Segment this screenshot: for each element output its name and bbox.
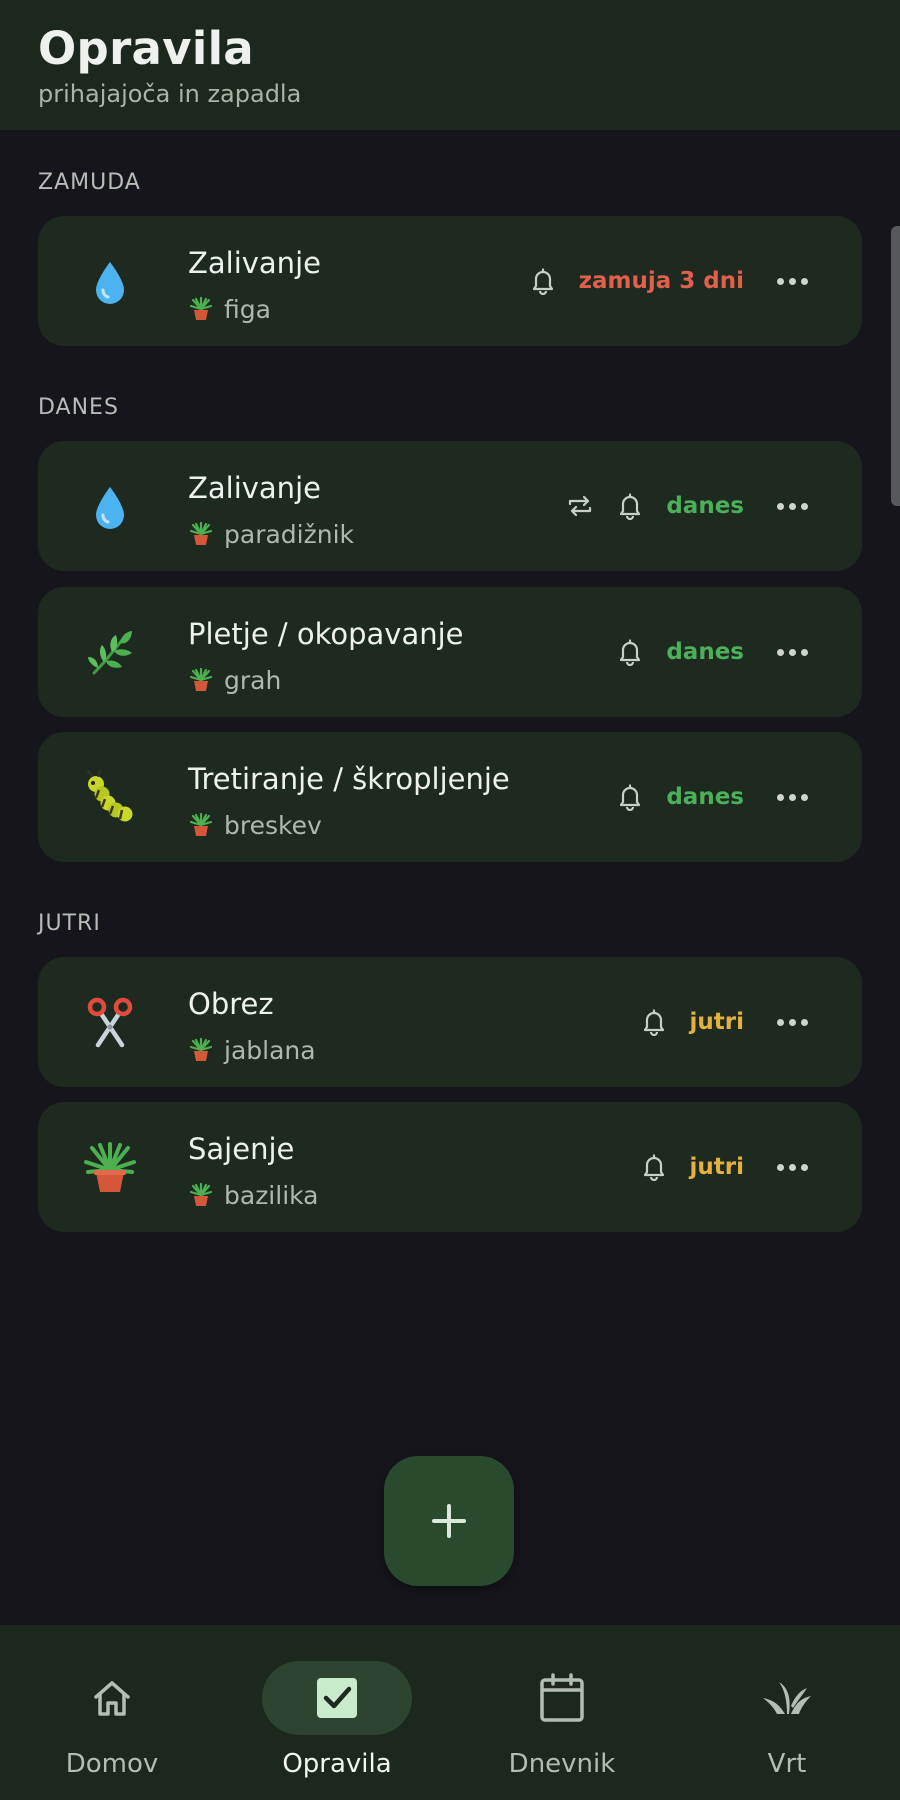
task-title: Zalivanje — [188, 246, 321, 280]
bell-icon[interactable] — [529, 267, 557, 295]
more-options-icon[interactable] — [774, 783, 810, 811]
nav-item-domov[interactable]: Domov — [12, 1625, 212, 1800]
nav-label: Domov — [65, 1749, 159, 1779]
add-task-button[interactable] — [384, 1456, 514, 1586]
nav-label: Dnevnik — [508, 1749, 616, 1779]
potted-plant-icon — [189, 812, 213, 836]
home-icon — [94, 1681, 130, 1716]
potted-plant-icon — [189, 1182, 213, 1206]
task-card[interactable]: Zalivanje paradižnik danes — [38, 441, 862, 571]
plant-name: figa — [224, 294, 271, 324]
section-header-today: DANES — [38, 395, 119, 420]
bell-icon[interactable] — [616, 638, 644, 666]
page-title: Opravila — [38, 22, 254, 75]
potted-plant-icon — [189, 521, 213, 545]
scissors-icon — [87, 997, 133, 1048]
plant-name: breskev — [224, 810, 322, 840]
task-title: Pletje / okopavanje — [188, 617, 464, 651]
nav-label: Opravila — [282, 1749, 392, 1779]
caterpillar-icon — [87, 770, 133, 822]
plant-name: bazilika — [224, 1180, 319, 1210]
nav-item-opravila[interactable]: Opravila — [237, 1625, 437, 1800]
task-plant: figa — [188, 294, 271, 324]
more-options-icon[interactable] — [774, 267, 810, 295]
potted-plant-icon — [189, 667, 213, 691]
calendar-icon — [540, 1673, 584, 1722]
app-header: Opravila prihajajoča in zapadla — [0, 0, 900, 130]
potted-plant-icon — [84, 1142, 136, 1192]
task-plant: grah — [188, 665, 281, 695]
bell-icon[interactable] — [616, 492, 644, 520]
water-drop-icon — [96, 487, 124, 529]
bell-icon[interactable] — [640, 1153, 668, 1181]
more-options-icon[interactable] — [774, 1008, 810, 1036]
task-card[interactable]: Zalivanje figa zamuja 3 dni — [38, 216, 862, 346]
potted-plant-icon — [189, 296, 213, 320]
bottom-navigation: Domov Opravila Dnevnik Vrt — [0, 1625, 900, 1800]
task-card[interactable]: Obrez jablana jutri — [38, 957, 862, 1087]
nav-item-dnevnik[interactable]: Dnevnik — [462, 1625, 662, 1800]
page-subtitle: prihajajoča in zapadla — [38, 80, 302, 108]
task-title: Tretiranje / škropljenje — [188, 762, 510, 796]
task-status: danes — [666, 493, 744, 519]
task-plant: jablana — [188, 1035, 316, 1065]
bell-icon[interactable] — [616, 783, 644, 811]
task-card[interactable]: Tretiranje / škropljenje breskev danes — [38, 732, 862, 862]
more-options-icon[interactable] — [774, 1153, 810, 1181]
nav-label: Vrt — [767, 1749, 807, 1779]
task-status: danes — [666, 639, 744, 665]
section-header-tomorrow: JUTRI — [38, 911, 101, 936]
garden-icon — [763, 1682, 811, 1714]
scrollbar[interactable] — [891, 226, 900, 506]
repeat-icon — [566, 492, 594, 520]
task-title: Zalivanje — [188, 471, 321, 505]
potted-plant-icon — [189, 1037, 213, 1061]
task-status: zamuja 3 dni — [578, 268, 744, 294]
more-options-icon[interactable] — [774, 492, 810, 520]
task-status: jutri — [689, 1154, 744, 1180]
bell-icon[interactable] — [640, 1008, 668, 1036]
task-plant: paradižnik — [188, 519, 354, 549]
task-card[interactable]: Sajenje bazilika jutri — [38, 1102, 862, 1232]
nav-item-vrt[interactable]: Vrt — [687, 1625, 887, 1800]
task-plant: bazilika — [188, 1180, 319, 1210]
task-title: Obrez — [188, 987, 274, 1021]
task-status: jutri — [689, 1009, 744, 1035]
task-plant: breskev — [188, 810, 322, 840]
herb-icon — [88, 631, 132, 675]
task-status: danes — [666, 784, 744, 810]
plus-icon — [432, 1504, 466, 1538]
plant-name: paradižnik — [224, 519, 354, 549]
task-card[interactable]: Pletje / okopavanje grah danes — [38, 587, 862, 717]
water-drop-icon — [96, 262, 124, 304]
more-options-icon[interactable] — [774, 638, 810, 666]
plant-name: jablana — [224, 1035, 316, 1065]
task-title: Sajenje — [188, 1132, 295, 1166]
checkbox-icon — [317, 1678, 357, 1718]
section-header-overdue: ZAMUDA — [38, 170, 141, 195]
plant-name: grah — [224, 665, 282, 695]
